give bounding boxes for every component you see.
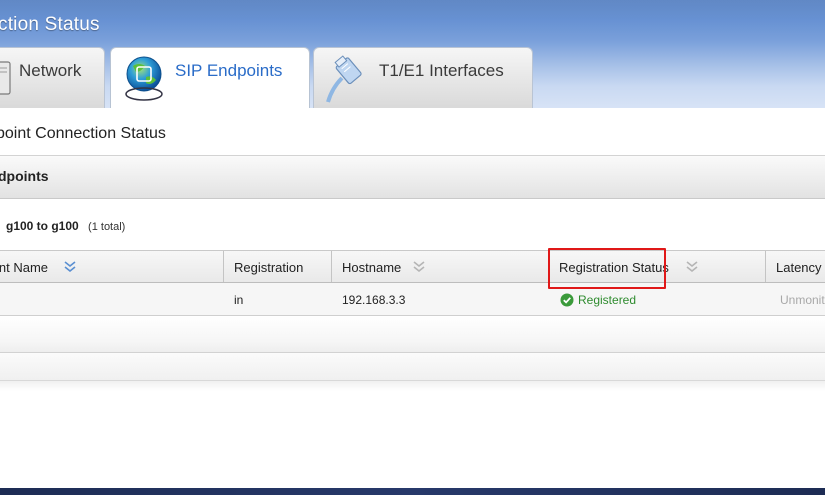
table-footer [0, 316, 825, 353]
column-header-latency-label: Latency [776, 260, 822, 275]
cell-latency: Unmonit [780, 293, 825, 307]
status-highlight-box [548, 248, 666, 289]
panel-title: dpoints [0, 168, 49, 184]
table-row[interactable]: in 192.168.3.3 Registered Unmonit [0, 283, 825, 316]
cell-registration-status: Registered [560, 292, 636, 307]
title-bar: ction Status Network SIP Endpoints T1/E1… [0, 0, 825, 110]
column-header-registration-label: Registration [234, 260, 304, 275]
column-header-registration[interactable]: Registration [223, 251, 331, 282]
range-text: g100 to g100 [6, 219, 79, 233]
range-summary: g100 to g100 (1 total) [6, 219, 125, 233]
endpoints-panel-header: dpoints [0, 155, 825, 199]
cable-icon [322, 52, 366, 109]
window-title: ction Status [0, 14, 100, 35]
tab-network[interactable]: Network [0, 47, 105, 109]
table-header: int Name Registration Hostname Registrat… [0, 250, 825, 283]
tab-sip-endpoints[interactable]: SIP Endpoints [110, 47, 310, 110]
status-label: Registered [578, 292, 637, 307]
main-content: point Connection Status dpoints g100 to … [0, 108, 825, 495]
app-window: ction Status Network SIP Endpoints T1/E1… [0, 0, 825, 495]
sort-chevron-icon[interactable] [413, 260, 425, 275]
tab-sip-endpoints-label: SIP Endpoints [175, 61, 283, 80]
sort-chevron-icon[interactable] [686, 260, 698, 275]
globe-icon [119, 52, 169, 109]
cell-registration: in [234, 293, 244, 307]
panel-shadow [0, 381, 825, 391]
column-header-name[interactable]: int Name [0, 251, 223, 282]
column-header-latency[interactable]: Latency [765, 251, 825, 282]
column-header-hostname-label: Hostname [342, 260, 402, 275]
column-header-name-label: int Name [0, 260, 49, 275]
range-total: (1 total) [88, 221, 126, 233]
column-header-hostname[interactable]: Hostname [331, 251, 548, 282]
taskbar-strip [0, 488, 825, 495]
panel-footer [0, 353, 825, 381]
network-icon [0, 60, 11, 101]
page-title: point Connection Status [0, 125, 166, 142]
tab-t1e1-interfaces[interactable]: T1/E1 Interfaces [313, 47, 533, 109]
cell-hostname: 192.168.3.3 [342, 293, 406, 307]
tab-t1e1-interfaces-label: T1/E1 Interfaces [379, 61, 504, 80]
tab-network-label: Network [19, 61, 82, 80]
sort-chevron-icon[interactable] [64, 260, 76, 275]
check-circle-icon [560, 293, 574, 307]
title-gloss [0, 0, 825, 40]
